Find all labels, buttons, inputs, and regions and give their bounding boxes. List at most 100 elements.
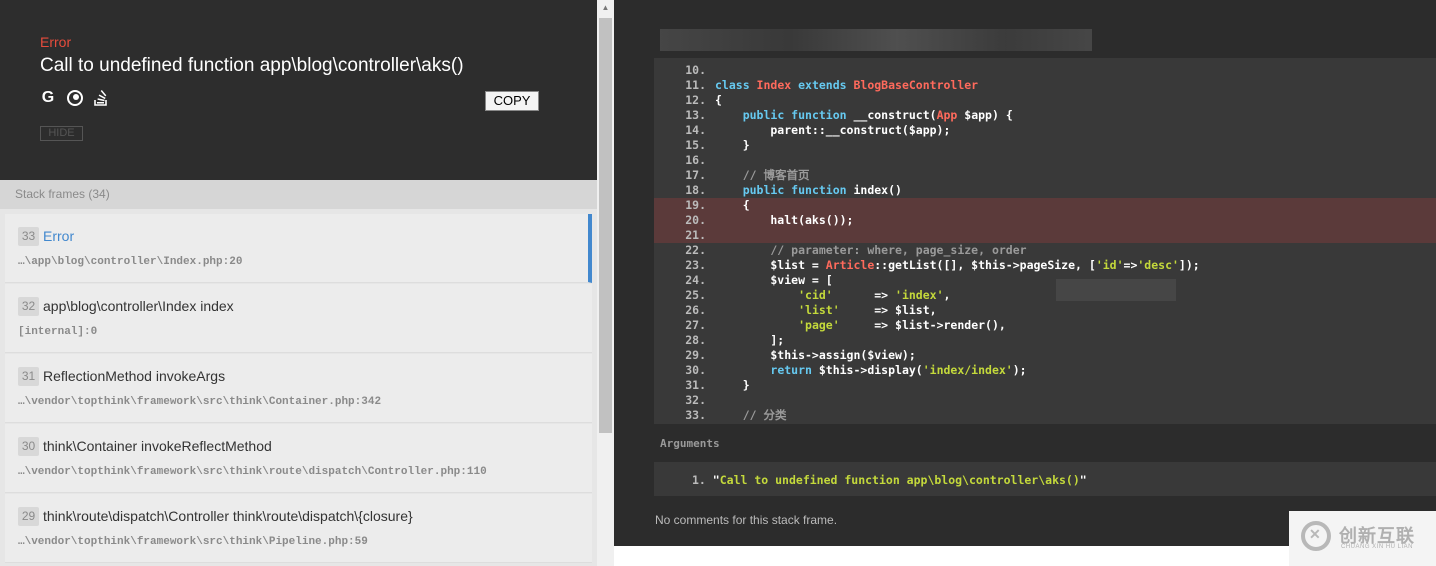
code-token: extends: [798, 78, 854, 92]
code-token: // parameter: where, page_size, order: [715, 243, 1027, 257]
line-source: $this->assign($view);: [715, 348, 916, 363]
code-token: 'list': [798, 303, 840, 317]
frame-file: …\vendor\topthink\framework\src\think\ro…: [18, 466, 487, 478]
google-icon[interactable]: G: [40, 90, 56, 106]
argument-number: 1.: [692, 473, 706, 487]
code-token: BlogBaseController: [853, 78, 979, 92]
argument-item: 1. "Call to undefined function app\blog\…: [692, 473, 1087, 487]
code-token: ]);: [1178, 258, 1200, 272]
code-line: 22. // parameter: where, page_size, orde…: [654, 243, 1436, 258]
code-token: Article: [825, 258, 875, 272]
frame-file: …\vendor\topthink\framework\src\think\Pi…: [18, 536, 368, 548]
code-token: $view = [: [715, 273, 833, 287]
code-line: 30. return $this->display('index/index')…: [654, 363, 1436, 378]
code-token: halt(aks());: [715, 213, 854, 227]
code-line: 23. $list = Article::getList([], $this->…: [654, 258, 1436, 273]
frame-file: …\vendor\topthink\framework\src\think\Co…: [18, 396, 382, 408]
stack-frame-32[interactable]: 32 app\blog\controller\Index index [inte…: [5, 284, 592, 353]
code-token: public function: [742, 183, 854, 197]
line-number: 29.: [685, 348, 706, 362]
line-number: 32.: [685, 393, 706, 407]
code-token: {: [715, 198, 750, 212]
stack-frame-30[interactable]: 30 think\Container invokeReflectMethod ……: [5, 424, 592, 493]
line-number: 16.: [685, 153, 706, 167]
line-number: 17.: [685, 168, 706, 182]
exception-header: Error Call to undefined function app\blo…: [0, 0, 597, 180]
stackoverflow-icon[interactable]: [93, 90, 109, 106]
line-number: 26.: [685, 303, 706, 317]
code-line: 10.: [654, 63, 1436, 78]
frame-file: …\app\blog\controller\Index.php:20: [18, 256, 243, 268]
scroll-up-arrow-icon[interactable]: ▲: [597, 0, 614, 16]
frame-index: 30: [18, 437, 39, 456]
code-token: __construct(: [853, 108, 937, 122]
code-token: ];: [715, 333, 785, 347]
code-line: 19. {: [654, 198, 1436, 213]
frame-index: 31: [18, 367, 39, 386]
code-token: // 分类: [715, 408, 787, 422]
code-token: ,: [943, 288, 951, 302]
stack-frame-31[interactable]: 31 ReflectionMethod invokeArgs …\vendor\…: [5, 354, 592, 423]
line-number: 11.: [685, 78, 706, 92]
line-number: 25.: [685, 288, 706, 302]
watermark-subtext: CHUANG XIN HU LIAN: [1341, 544, 1414, 550]
duckduckgo-icon[interactable]: [67, 90, 83, 106]
code-token: // 博客首页: [715, 168, 810, 182]
stack-frame-33[interactable]: 33 Error …\app\blog\controller\Index.php…: [5, 214, 592, 283]
code-token: 'cid': [798, 288, 833, 302]
copy-button[interactable]: COPY: [485, 91, 539, 111]
left-panel: Error Call to undefined function app\blo…: [0, 0, 597, 566]
frames-scrollbar[interactable]: ▲: [597, 0, 614, 566]
line-number: 31.: [685, 378, 706, 392]
frame-class: think\Container invokeReflectMethod: [43, 438, 272, 454]
line-source: $view = [: [715, 273, 833, 288]
line-source: // 博客首页: [715, 168, 810, 183]
line-number: 19.: [685, 198, 706, 212]
hide-button[interactable]: HIDE: [40, 126, 83, 141]
code-token: class: [715, 78, 757, 92]
code-token: App: [936, 108, 965, 122]
line-number: 24.: [685, 273, 706, 287]
code-token: $this->assign($view);: [715, 348, 916, 362]
code-line: 13. public function __construct(App $app…: [654, 108, 1436, 123]
code-token: 'index': [895, 288, 944, 302]
quote-close: ": [1079, 473, 1087, 487]
line-number: 18.: [685, 183, 706, 197]
code-token: => $list,: [839, 303, 937, 317]
line-number: 30.: [685, 363, 706, 377]
code-token: {: [715, 93, 722, 107]
frame-class: ReflectionMethod invokeArgs: [43, 368, 226, 384]
code-token: }: [715, 378, 750, 392]
code-token: $app) {: [964, 108, 1013, 122]
line-source: public function __construct(App $app) {: [715, 108, 1013, 123]
line-source: {: [715, 93, 722, 108]
comments-text: No comments for this stack frame.: [655, 513, 838, 527]
code-line: 11. class Index extends BlogBaseControlle…: [654, 78, 1436, 93]
code-token: $this->display(: [818, 363, 923, 377]
line-number: 33.: [685, 408, 706, 422]
frame-details-panel: 10. 11. class Index extends BlogBaseContro…: [614, 0, 1436, 546]
line-source: // parameter: where, page_size, order: [715, 243, 1027, 258]
scrollbar-thumb[interactable]: [599, 18, 612, 433]
code-token: Index: [756, 78, 799, 92]
watermark-logo-icon: [1301, 521, 1331, 551]
line-source: }: [715, 138, 750, 153]
code-line: 32.: [654, 393, 1436, 408]
code-token: ::getList([], $this->pageSize, [: [874, 258, 1096, 272]
code-line: 27. 'page' => $list->render(),: [654, 318, 1436, 333]
line-number: 27.: [685, 318, 706, 332]
line-source: 'page' => $list->render(),: [715, 318, 1006, 333]
code-token: public function: [742, 108, 854, 122]
line-number: 22.: [685, 243, 706, 257]
line-number: 14.: [685, 123, 706, 137]
code-token: 'id': [1095, 258, 1124, 272]
code-line: 21.: [654, 228, 1436, 243]
line-number: 28.: [685, 333, 706, 347]
frame-index: 33: [18, 227, 39, 246]
line-source: {: [715, 198, 750, 213]
line-source: ];: [715, 333, 784, 348]
stack-frame-29[interactable]: 29 think\route\dispatch\Controller think…: [5, 494, 592, 563]
